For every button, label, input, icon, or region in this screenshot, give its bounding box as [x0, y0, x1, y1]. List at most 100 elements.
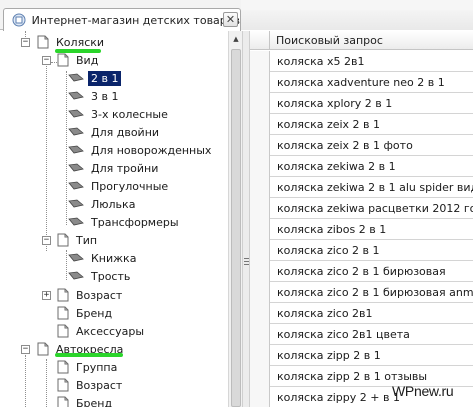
collapse-toggle-tip[interactable]: − — [42, 236, 51, 245]
row-number-cell — [250, 240, 270, 261]
page-tree-icon — [12, 13, 26, 27]
collapse-toggle-koliaski[interactable]: − — [21, 38, 30, 47]
tree-node-brend[interactable]: Бренд — [57, 304, 115, 322]
tree-label: Коляски — [56, 35, 105, 49]
leaf-node-icon — [68, 127, 84, 137]
document-icon — [57, 360, 69, 374]
tree-leaf-transformery[interactable]: Трансформеры — [68, 213, 182, 231]
document-icon — [57, 53, 69, 67]
document-icon — [37, 342, 49, 356]
table-row[interactable]: коляска zico 2в1 цвета — [250, 324, 473, 345]
leaf-node-icon — [68, 199, 84, 209]
query-cell: коляска zekiwa расцветки 2012 года — [277, 202, 473, 215]
table-row[interactable]: коляска zeix 2 в 1 фото — [250, 135, 473, 156]
tree-scrollbar[interactable]: ▲ — [228, 31, 242, 407]
row-number-cell — [250, 219, 270, 240]
row-number-cell — [250, 135, 270, 156]
table-row[interactable]: коляска zico 2в1 — [250, 303, 473, 324]
table-row[interactable]: коляска zekiwa 2 в 1 alu spider видео — [250, 177, 473, 198]
tree-leaf-trost[interactable]: Трость — [68, 267, 133, 285]
tree-label: Для тройни — [91, 161, 159, 175]
tree-label: Трансформеры — [91, 215, 179, 229]
row-number-cell — [250, 177, 270, 198]
collapse-toggle-avtokresla[interactable]: − — [21, 345, 30, 354]
tree-leaf-3kh-kolesnye[interactable]: 3-х колесные — [68, 105, 171, 123]
table-row[interactable]: коляска zibos 2 в 1 — [250, 219, 473, 240]
tree-label: 3-х колесные — [91, 107, 168, 121]
document-icon — [57, 324, 69, 338]
collapse-toggle-vid[interactable]: − — [42, 56, 51, 65]
table-row[interactable]: коляска zeix 2 в 1 — [250, 114, 473, 135]
tree-node-vozrast[interactable]: Возраст — [57, 286, 125, 304]
tree-leaf-dlia-dvoini[interactable]: Для двойни — [68, 123, 162, 141]
tree-label: Бренд — [76, 306, 113, 320]
tree-leaf-3v1[interactable]: 3 в 1 — [68, 87, 121, 105]
column-header-query[interactable]: Поисковый запрос — [276, 34, 383, 47]
highlight-underline — [55, 353, 123, 357]
row-number-cell — [250, 156, 270, 177]
row-number-cell — [250, 261, 270, 282]
table-row[interactable]: коляска xplory 2 в 1 — [250, 93, 473, 114]
query-cell: коляска zico 2 в 1 бирюзовая anmar 2 в — [277, 286, 473, 299]
tree-label: Возраст — [76, 378, 123, 392]
row-number-cell — [250, 387, 270, 407]
tree-node-aksessuary[interactable]: Аксессуары — [57, 322, 147, 340]
query-cell: коляска xadventure neo 2 в 1 — [277, 76, 445, 89]
row-number-header — [250, 31, 270, 50]
tab-shop[interactable]: Интернет-магазин детских товаров ✕ — [3, 8, 241, 31]
document-icon — [57, 306, 69, 320]
query-cell: коляска zico 2в1 — [277, 307, 373, 320]
scroll-up-arrow-icon[interactable]: ▲ — [230, 33, 242, 46]
tree-node-brend-2[interactable]: Бренд — [57, 394, 115, 407]
table-row[interactable]: коляска zico 2 в 1 бирюзовая — [250, 261, 473, 282]
query-cell: коляска zekiwa 2 в 1 alu spider видео — [277, 181, 473, 194]
tree-label: Книжка — [91, 251, 137, 265]
table-row[interactable]: коляска xadventure neo 2 в 1 — [250, 72, 473, 93]
tree-leaf-progulochnye[interactable]: Прогулочные — [68, 177, 171, 195]
tree-leaf-liulka[interactable]: Люлька — [68, 195, 138, 213]
table-row[interactable]: коляска x5 2в1 — [250, 51, 473, 72]
query-cell: коляска zipp 2 в 1 — [277, 349, 381, 362]
tree-node-gruppa[interactable]: Группа — [57, 358, 120, 376]
table-row[interactable]: коляска zico 2 в 1 — [250, 240, 473, 261]
table-row[interactable]: коляска zipp 2 в 1 — [250, 345, 473, 366]
query-cell: коляска zico 2 в 1 — [277, 244, 380, 257]
tree-node-vozrast-2[interactable]: Возраст — [57, 376, 125, 394]
tree-leaf-knizhka[interactable]: Книжка — [68, 249, 139, 267]
tree-leaf-2v1[interactable]: 2 в 1 — [68, 69, 122, 87]
leaf-node-icon — [68, 109, 84, 119]
leaf-node-icon — [68, 73, 84, 83]
query-cell: коляска zippy 2 + в 1 — [277, 391, 400, 404]
row-number-cell — [250, 303, 270, 324]
table-row[interactable]: коляска zekiwa расцветки 2012 года — [250, 198, 473, 219]
tab-strip: Интернет-магазин детских товаров ✕ — [0, 0, 473, 31]
table-row[interactable]: коляска zekiwa 2 в 1 — [250, 156, 473, 177]
document-icon — [57, 396, 69, 407]
document-icon — [37, 35, 49, 49]
leaf-node-icon — [68, 271, 84, 281]
tree-node-tip[interactable]: Тип — [57, 231, 100, 249]
scrollbar-thumb[interactable] — [231, 49, 241, 407]
table-row[interactable]: коляска zico 2 в 1 бирюзовая anmar 2 в — [250, 282, 473, 303]
close-icon[interactable]: ✕ — [223, 12, 238, 27]
tree-label: Группа — [76, 360, 118, 374]
row-number-cell — [250, 282, 270, 303]
tree-leaf-dlia-novorozhdennykh[interactable]: Для новорожденных — [68, 141, 214, 159]
expand-toggle-vozrast[interactable]: + — [42, 291, 51, 300]
tree-node-vid[interactable]: Вид — [57, 51, 101, 69]
tab-strip-empty — [241, 0, 473, 30]
panel-splitter[interactable] — [242, 31, 250, 407]
query-cell: коляска zico 2в1 цвета — [277, 328, 410, 341]
row-number-cell — [250, 198, 270, 219]
tree-label: Люлька — [91, 197, 136, 211]
query-cell: коляска zeix 2 в 1 фото — [277, 139, 413, 152]
row-number-cell — [250, 324, 270, 345]
leaf-node-icon — [68, 181, 84, 191]
query-cell: коляска zico 2 в 1 бирюзовая — [277, 265, 446, 278]
tree-label: 2 в 1 — [88, 70, 122, 86]
tree-label: 3 в 1 — [91, 89, 119, 103]
leaf-node-icon — [68, 217, 84, 227]
tree-label: Трость — [91, 269, 131, 283]
tree-leaf-dlia-troini[interactable]: Для тройни — [68, 159, 161, 177]
row-number-cell — [250, 51, 270, 72]
